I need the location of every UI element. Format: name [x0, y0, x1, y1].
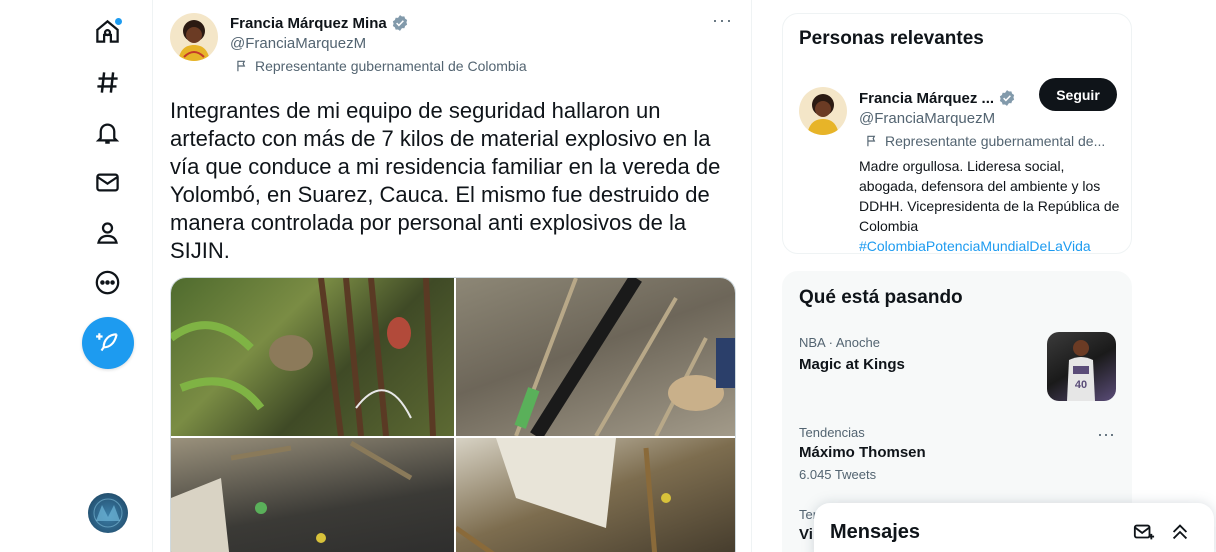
photo-2-image [514, 278, 735, 436]
compose-tweet-button[interactable] [82, 317, 134, 369]
government-label-text: Representante gubernamental de Colombia [255, 58, 527, 74]
expand-up-icon[interactable] [1169, 521, 1191, 543]
more-circle-icon [95, 270, 119, 294]
tweet-column: Francia Márquez Mina @FranciaMarquezM Re… [152, 0, 752, 552]
tweet-photo-2[interactable] [456, 278, 735, 436]
nav-profile-button[interactable] [82, 207, 132, 257]
mail-icon [95, 173, 119, 191]
nav-explore-button[interactable] [82, 57, 132, 107]
photo-3-image [171, 440, 413, 552]
relevant-people-card: Personas relevantes Francia Márquez ... … [782, 13, 1132, 254]
photo-1-image [171, 278, 436, 436]
trend-1-thumbnail[interactable]: 40 [1047, 332, 1116, 401]
trend-2-meta: Tendencias [799, 425, 865, 440]
trend-2-count: 6.045 Tweets [799, 467, 877, 482]
relevant-government-label: Representante gubernamental de... [865, 133, 1127, 149]
tweet-photo-1[interactable] [171, 278, 454, 436]
trends-title: Qué está pasando [799, 287, 963, 308]
bio-hashtag-link[interactable]: #ColombiaPotenciaMundialDeLaVida [859, 238, 1091, 254]
photo-4-image [456, 438, 671, 552]
tweet-photo-3[interactable] [171, 438, 454, 552]
tweet-media-grid [170, 277, 736, 552]
person-icon [96, 221, 118, 244]
trend-2-title[interactable]: Máximo Thomsen [799, 444, 926, 461]
messages-title: Mensajes [830, 521, 921, 543]
tweet-author-avatar[interactable] [170, 13, 218, 61]
relevant-person-avatar[interactable] [799, 87, 847, 135]
bio-text: Madre orgullosa. Lideresa social, abogad… [859, 158, 1120, 234]
svg-text:40: 40 [1075, 379, 1087, 391]
messages-drawer[interactable]: Mensajes [814, 503, 1214, 552]
trend-1-title[interactable]: Magic at Kings [799, 356, 905, 373]
verified-badge-icon [999, 90, 1015, 106]
trend-1-meta: NBA · Anoche [799, 335, 880, 350]
relevant-government-label-text: Representante gubernamental de... [885, 133, 1106, 149]
nav-notifications-button[interactable] [82, 107, 132, 157]
relevant-person-portrait [807, 94, 839, 135]
flag-icon [867, 135, 876, 147]
follow-button[interactable]: Seguir [1039, 78, 1117, 111]
verified-badge-icon [392, 15, 407, 31]
account-avatar[interactable] [88, 493, 128, 533]
tweet-text: Integrantes de mi equipo de seguridad ha… [170, 98, 721, 263]
account-avatar-image [93, 498, 123, 528]
trend-2-more-button[interactable]: ··· [1097, 424, 1115, 445]
tweet-photo-4[interactable] [456, 438, 735, 552]
nav-messages-button[interactable] [82, 157, 132, 207]
relevant-person-name-text: Francia Márquez ... [859, 89, 995, 107]
relevant-people-title: Personas relevantes [799, 28, 984, 49]
relevant-person-bio: Madre orgullosa. Lideresa social, abogad… [859, 156, 1121, 256]
author-name-text: Francia Márquez Mina [230, 14, 387, 32]
bell-icon [95, 123, 119, 144]
relevant-person-name[interactable]: Francia Márquez ... [859, 89, 1016, 107]
author-portrait [178, 20, 210, 61]
flag-icon [237, 60, 246, 72]
government-label: Representante gubernamental de Colombia [235, 58, 527, 74]
trend-3-title[interactable]: Vi [799, 526, 813, 543]
left-nav [0, 0, 152, 552]
new-message-icon[interactable] [1133, 521, 1155, 543]
feather-plus-icon [96, 333, 118, 352]
notification-dot [115, 18, 122, 25]
trend-1-image: 40 [1067, 340, 1095, 401]
nav-home-button[interactable] [82, 6, 132, 56]
tweet-more-button[interactable]: ··· [712, 10, 733, 31]
nav-more-button[interactable] [82, 257, 132, 307]
relevant-person-handle[interactable]: @FranciaMarquezM [859, 110, 995, 127]
hashtag-icon [96, 71, 118, 93]
tweet-author-handle[interactable]: @FranciaMarquezM [230, 35, 366, 52]
tweet-author-name[interactable]: Francia Márquez Mina [230, 14, 409, 32]
